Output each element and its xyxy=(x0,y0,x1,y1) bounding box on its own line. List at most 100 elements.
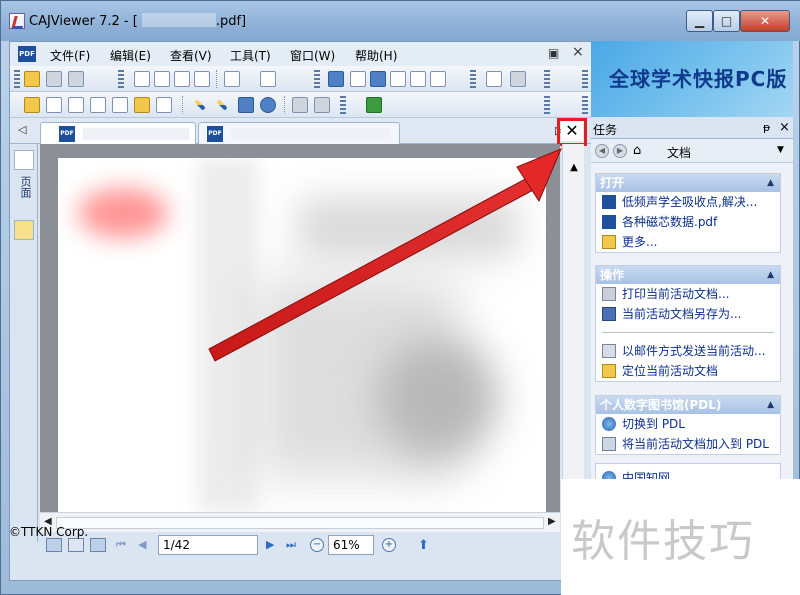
page-number-field[interactable]: 1/42 xyxy=(158,535,258,555)
actual-size-icon[interactable] xyxy=(350,71,366,87)
section-header[interactable]: 个人数字图书馆(PDL) ▲ xyxy=(596,396,780,414)
fit-width-icon[interactable] xyxy=(390,71,406,87)
select-tool-icon[interactable] xyxy=(46,97,62,113)
first-page-icon[interactable]: ⏮ xyxy=(116,538,126,552)
pin-icon[interactable]: ᵽ xyxy=(763,121,770,134)
vertical-scrollbar[interactable]: ▲ xyxy=(562,144,584,512)
close-document-menu-icon[interactable]: × xyxy=(572,44,584,60)
pen-icon[interactable] xyxy=(194,99,206,111)
goto-icon[interactable] xyxy=(366,97,382,113)
toolbar-grip[interactable] xyxy=(544,70,550,88)
toolbar-grip[interactable] xyxy=(118,70,124,88)
fullscreen-icon[interactable] xyxy=(328,71,344,87)
continuous-page-icon[interactable] xyxy=(154,71,170,87)
print-icon[interactable] xyxy=(68,71,84,87)
zoom-in-button[interactable]: + xyxy=(382,538,396,552)
restore-document-icon[interactable]: ▣ xyxy=(548,46,559,60)
find-icon[interactable] xyxy=(486,71,502,87)
document-view[interactable] xyxy=(40,144,560,512)
chevron-up-icon[interactable]: ▲ xyxy=(767,266,774,284)
marker-icon[interactable] xyxy=(216,99,228,111)
promo-banner[interactable]: 全球学术快报PC版 xyxy=(591,41,793,117)
page-panel-icon[interactable] xyxy=(14,150,34,170)
scroll-track[interactable] xyxy=(56,517,544,529)
section-header[interactable]: 打开 ▲ xyxy=(596,174,780,192)
up-arrow-icon[interactable]: ⬆ xyxy=(418,538,429,553)
annotation-tool-icon[interactable] xyxy=(156,97,172,113)
last-page-icon[interactable]: ⏭ xyxy=(286,538,296,552)
hand-tool-icon[interactable] xyxy=(24,97,40,113)
ellipse-icon[interactable] xyxy=(260,97,276,113)
facing-page-icon[interactable] xyxy=(174,71,190,87)
zoom-out-icon[interactable] xyxy=(410,71,426,87)
toolbar-grip[interactable] xyxy=(470,70,476,88)
image-select-icon[interactable] xyxy=(90,97,106,113)
ocr-icon[interactable] xyxy=(112,97,128,113)
add-to-pdl-link[interactable]: 将当前活动文档加入到 PDL xyxy=(596,434,780,454)
print-document-link[interactable]: 打印当前活动文档... xyxy=(596,284,780,304)
page-panel-tab[interactable]: 页面 xyxy=(16,176,32,198)
clear-icon[interactable] xyxy=(314,97,330,113)
switch-pdl-link[interactable]: 切换到 PDL xyxy=(596,414,780,434)
undo-icon[interactable] xyxy=(510,71,526,87)
view-mode-icon[interactable] xyxy=(46,538,62,552)
horizontal-scrollbar[interactable]: ◀ ▶ xyxy=(40,512,560,532)
next-page-icon[interactable]: ▶ xyxy=(266,538,274,551)
close-window-button[interactable]: ✕ xyxy=(740,10,790,32)
menu-tools[interactable]: 工具(T) xyxy=(230,47,271,64)
menu-view[interactable]: 查看(V) xyxy=(170,47,212,64)
back-icon[interactable]: ◀ xyxy=(595,144,609,158)
scroll-right-icon[interactable]: ▶ xyxy=(548,516,556,527)
toolbar-grip[interactable] xyxy=(314,70,320,88)
toolbar-grip[interactable] xyxy=(544,96,550,114)
title-bar[interactable]: CAJViewer 7.2 - [.pdf] ▁ □ ✕ xyxy=(1,1,800,41)
toolbar-grip[interactable] xyxy=(582,96,588,114)
zoom-out-button[interactable]: − xyxy=(310,538,324,552)
zoom-in-icon[interactable] xyxy=(430,71,446,87)
forward-icon[interactable]: ▶ xyxy=(613,144,627,158)
close-panel-icon[interactable]: × xyxy=(779,120,790,135)
toolbar-grip[interactable] xyxy=(14,70,20,88)
tab-scroll-left-icon[interactable]: ◁ xyxy=(18,123,26,136)
layout-dropdown-icon[interactable] xyxy=(260,71,276,87)
fit-page-icon[interactable] xyxy=(370,71,386,87)
menu-edit[interactable]: 编辑(E) xyxy=(110,47,151,64)
more-files-link[interactable]: 更多... xyxy=(596,232,780,252)
chevron-up-icon[interactable]: ▲ xyxy=(767,174,774,192)
rectangle-icon[interactable] xyxy=(238,97,254,113)
recent-file-link[interactable]: 各种磁芯数据.pdf xyxy=(596,212,780,232)
document-menu-icon[interactable]: PDF xyxy=(18,46,36,62)
maximize-button[interactable]: □ xyxy=(713,10,740,32)
save-icon[interactable] xyxy=(46,71,62,87)
continuous-facing-icon[interactable] xyxy=(194,71,210,87)
menu-window[interactable]: 窗口(W) xyxy=(290,47,335,64)
toolbar-grip[interactable] xyxy=(582,70,588,88)
zoom-field[interactable]: 61% xyxy=(328,535,374,555)
view-mode-icon[interactable] xyxy=(90,538,106,552)
view-mode-icon[interactable] xyxy=(68,538,84,552)
save-as-link[interactable]: 当前活动文档另存为... xyxy=(596,304,780,324)
task-panel-selector[interactable]: 文档 xyxy=(667,144,691,161)
chevron-down-icon[interactable]: ▼ xyxy=(777,145,784,155)
app-icon[interactable] xyxy=(9,13,25,29)
eraser-icon[interactable] xyxy=(292,97,308,113)
annotation-panel-icon[interactable] xyxy=(14,220,34,240)
highlight-tool-icon[interactable] xyxy=(134,97,150,113)
rotate-icon[interactable] xyxy=(224,71,240,87)
text-select-icon[interactable] xyxy=(68,97,84,113)
scroll-up-icon[interactable]: ▲ xyxy=(567,162,581,176)
minimize-button[interactable]: ▁ xyxy=(686,10,713,32)
section-header[interactable]: 操作 ▲ xyxy=(596,266,780,284)
home-icon[interactable]: ⌂ xyxy=(633,143,641,158)
document-tab-1[interactable]: PDF xyxy=(40,122,196,144)
recent-file-link[interactable]: 低频声学全吸收点,解决... xyxy=(596,192,780,212)
single-page-icon[interactable] xyxy=(134,71,150,87)
toolbar-grip[interactable] xyxy=(340,96,346,114)
menu-help[interactable]: 帮助(H) xyxy=(355,47,397,64)
open-icon[interactable] xyxy=(24,71,40,87)
locate-document-link[interactable]: 定位当前活动文档 xyxy=(596,361,780,381)
document-tab-2[interactable]: PDF xyxy=(198,122,400,144)
chevron-up-icon[interactable]: ▲ xyxy=(767,396,774,414)
email-document-link[interactable]: 以邮件方式发送当前活动... xyxy=(596,341,780,361)
menu-file[interactable]: 文件(F) xyxy=(50,47,90,64)
